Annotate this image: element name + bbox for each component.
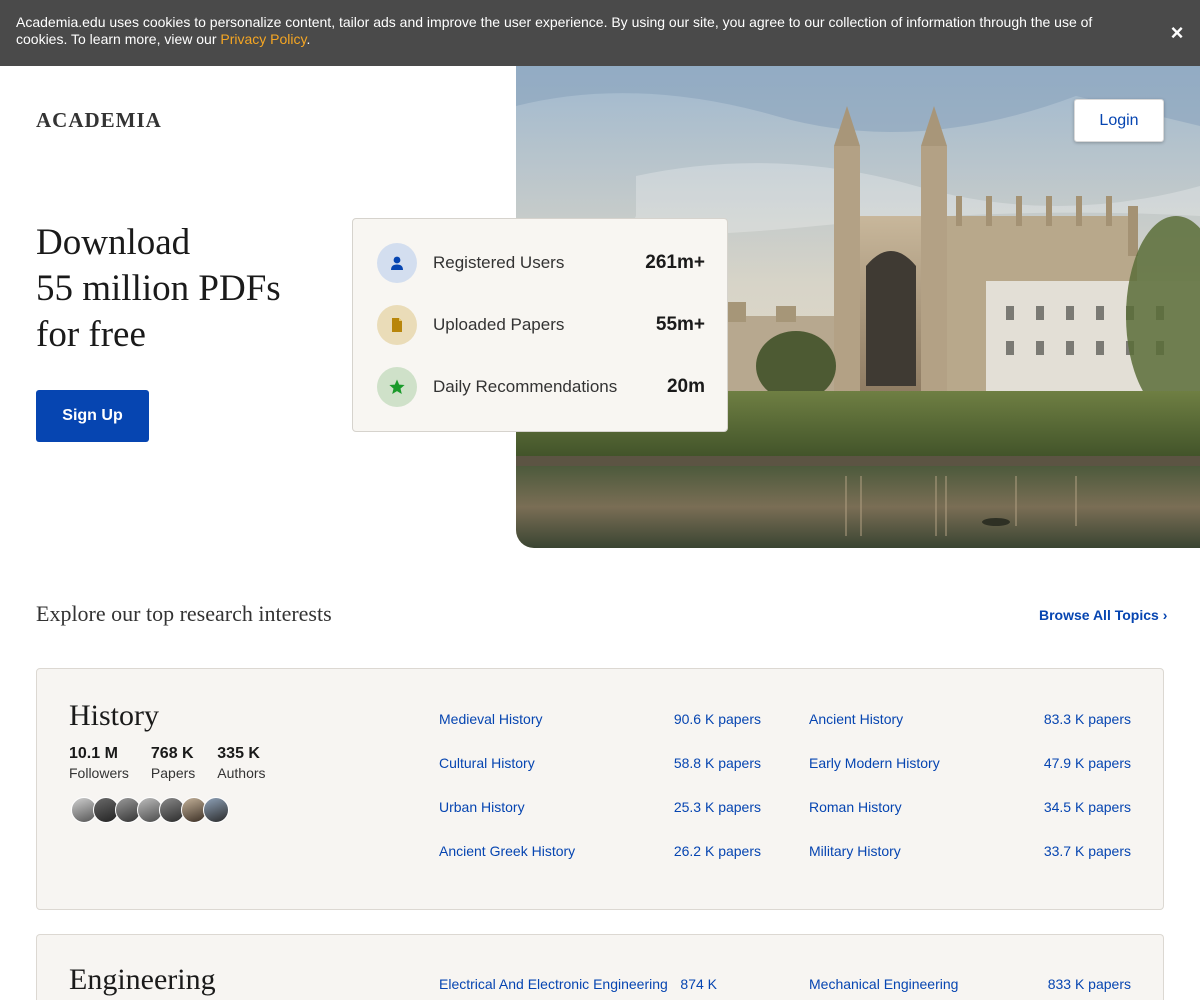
authors-stat: 335 K Authors (217, 745, 265, 783)
subtopic-count: 26.2 K papers (673, 843, 761, 859)
subtopic-count: 90.6 K papers (673, 711, 761, 727)
followers-count: 10.1 M (69, 745, 118, 762)
explore-title: Explore our top research interests (36, 601, 332, 626)
followers-label: Followers (69, 765, 129, 781)
subtopic-link[interactable]: Early Modern History (809, 755, 940, 771)
topic-card-engineering: Engineering Electrical And Electronic En… (36, 934, 1164, 1000)
stat-value: 55m+ (655, 314, 705, 335)
authors-count: 335 K (217, 745, 260, 762)
stat-row-uploaded-papers: Uploaded Papers 55m+ (377, 305, 705, 345)
privacy-policy-link[interactable]: Privacy Policy (220, 31, 306, 47)
stat-label: Daily Recommendations (433, 377, 618, 396)
authors-label: Authors (217, 765, 266, 781)
document-icon (377, 305, 417, 345)
hero-title-line: Download (36, 222, 191, 263)
cookie-suffix: . (306, 31, 311, 47)
subtopic-link[interactable]: Ancient Greek History (439, 843, 575, 859)
subtopic-count: 33.7 K papers (1043, 843, 1131, 859)
stat-value: 20m (666, 376, 705, 397)
subtopic-link[interactable]: Military History (809, 843, 901, 859)
academia-logo[interactable]: ACADEMIA (36, 108, 162, 133)
hero-title-line: for free (36, 314, 146, 355)
topic-stats: 10.1 M Followers 768 K Papers 335 K Auth… (69, 745, 288, 783)
subtopic-link[interactable]: Medieval History (439, 711, 542, 727)
hero-title-line: 55 million PDFs (36, 268, 281, 309)
topic-card-history: History 10.1 M Followers 768 K Papers 33… (36, 668, 1164, 910)
topic-title[interactable]: History (69, 699, 159, 733)
subtopic-count: 58.8 K papers (673, 755, 761, 771)
stats-card: Registered Users 261m+ Uploaded Papers 5… (352, 218, 728, 432)
papers-stat: 768 K Papers (151, 745, 195, 783)
browse-all-topics-link[interactable]: Browse All Topics › (1039, 607, 1167, 623)
subtopic-link[interactable]: Urban History (439, 799, 525, 815)
subtopic-count: 34.5 K papers (1043, 799, 1131, 815)
hero-title: Download 55 million PDFs for free (36, 220, 356, 358)
subtopic-count: 25.3 K papers (673, 799, 761, 815)
subtopic-count: 83.3 K papers (1043, 711, 1131, 727)
stat-row-registered-users: Registered Users 261m+ (377, 243, 705, 283)
followers-stat: 10.1 M Followers (69, 745, 129, 783)
login-button[interactable]: Login (1074, 99, 1164, 142)
avatar[interactable] (203, 797, 229, 823)
papers-count: 768 K (150, 745, 194, 762)
stat-row-daily-recommendations: Daily Recommendations 20m (377, 367, 705, 407)
close-icon[interactable]: × (1164, 20, 1190, 46)
stat-value: 261m+ (645, 252, 705, 273)
sign-up-button[interactable]: Sign Up (36, 390, 149, 442)
cookie-text: Academia.edu uses cookies to personalize… (16, 14, 1093, 47)
subtopic-link[interactable]: Roman History (809, 799, 902, 815)
subtopic-count: 833 K papers (1047, 976, 1131, 992)
star-icon (377, 367, 417, 407)
papers-label: Papers (150, 765, 196, 781)
stat-label: Registered Users (433, 253, 565, 272)
subtopic-link[interactable]: Ancient History (809, 711, 903, 727)
cookie-message: Academia.edu uses cookies to personalize… (16, 14, 1126, 48)
cookie-banner: Academia.edu uses cookies to personalize… (0, 0, 1200, 66)
subtopic-link[interactable]: Cultural History (439, 755, 535, 771)
subtopic-link[interactable]: Mechanical Engineering (809, 976, 958, 992)
subtopic-count: 874 K (680, 976, 717, 992)
stat-label: Uploaded Papers (433, 315, 565, 334)
user-icon (377, 243, 417, 283)
topic-title[interactable]: Engineering (69, 963, 216, 997)
subtopic-count: 47.9 K papers (1043, 755, 1131, 771)
